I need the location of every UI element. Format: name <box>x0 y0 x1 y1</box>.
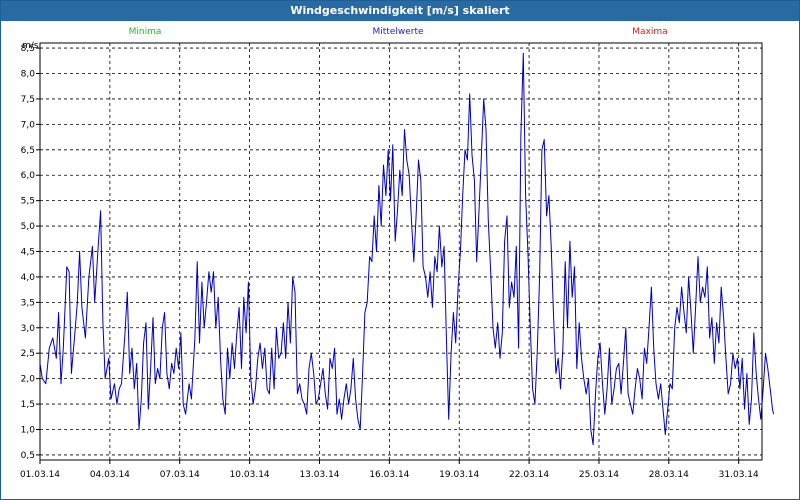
x-tick-label: 07.03.14 <box>160 470 200 480</box>
y-tick-label: 6,0 <box>21 171 36 181</box>
y-tick-label: 6,5 <box>21 146 35 156</box>
legend-item-maxima: Maxima <box>632 27 667 37</box>
y-tick-label: 5,5 <box>21 197 35 207</box>
y-tick-label: 7,5 <box>21 95 35 105</box>
y-tick-label: 8,0 <box>21 70 36 80</box>
x-tick-label: 01.03.14 <box>20 470 60 480</box>
x-tick-label: 16.03.14 <box>369 470 409 480</box>
y-axis-label: m/s <box>22 41 39 51</box>
y-tick-label: 7,0 <box>21 120 36 130</box>
y-tick-label: 3,0 <box>21 324 36 334</box>
y-tick-label: 4,0 <box>21 273 36 283</box>
x-tick-label: 25.03.14 <box>579 470 619 480</box>
y-tick-label: 3,5 <box>21 298 35 308</box>
y-tick-label: 4,5 <box>21 248 35 258</box>
y-tick-label: 1,0 <box>21 425 36 435</box>
chart-plot: 0,5 1,0 1,5 2,0 2,5 3,0 3,5 4,0 4,5 5,0 5,5 6,0 6,5 7… <box>20 27 775 480</box>
x-tick-label: 19.03.14 <box>439 470 479 480</box>
y-tick-label: 2,5 <box>21 349 35 359</box>
x-tick-label: 10.03.14 <box>230 470 270 480</box>
y-tick-label: 5,0 <box>21 222 36 232</box>
y-tick-label: 1,5 <box>21 400 35 410</box>
y-tick-label: 2,0 <box>21 375 36 385</box>
y-tick-label: 0,5 <box>21 451 35 461</box>
x-tick-label: 13.03.14 <box>299 470 339 480</box>
x-tick-label: 22.03.14 <box>509 470 549 480</box>
x-tick-label: 28.03.14 <box>649 470 689 480</box>
x-tick-label: 04.03.14 <box>90 470 130 480</box>
x-tick-label: 31.03.14 <box>719 470 759 480</box>
legend-item-mittelwerte: Mittelwerte <box>372 27 423 37</box>
legend-item-minima: Minima <box>129 27 162 37</box>
